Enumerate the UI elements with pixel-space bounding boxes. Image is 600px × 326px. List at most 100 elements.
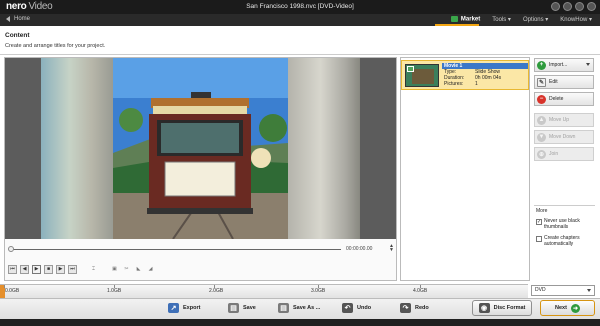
title-thumbnail [405,64,439,87]
back-arrow-icon [6,16,10,22]
redo-button[interactable]: ↷ Redo [400,301,429,315]
import-button[interactable]: + Import... [534,58,594,72]
edit-label: Edit [549,79,558,85]
page-title: Content [5,32,30,39]
snapshot-icon[interactable]: ▣ [110,265,119,274]
disc-type-select[interactable]: DVD [531,285,595,296]
duration-value: 0h 00m 04s [475,75,502,81]
save-label: Save [243,305,256,311]
knowhow-menu[interactable]: KnowHow ▾ [560,16,592,23]
cut-icon[interactable]: ✂ [122,265,131,274]
title-list [400,57,530,281]
go-to-start-icon[interactable]: ⏮ [8,264,17,274]
step-forward-icon[interactable]: ▶ [56,264,65,274]
tick-label: 2.0GB [209,288,224,294]
window-title: San Francisco 1998.nvc [DVD-Video] [246,3,354,10]
edit-button[interactable]: ✎ Edit [534,75,594,89]
save-button[interactable]: ▤ Save [228,301,256,315]
never-black-checkbox[interactable]: ✓ [536,219,542,225]
never-black-label: Never use black thumbnails [544,218,580,230]
play-icon[interactable]: ▶ [32,264,41,274]
arrow-up-icon: ▲ [537,115,546,125]
minimize-icon[interactable] [563,2,572,11]
tools-menu[interactable]: Tools ▾ [492,16,511,23]
redo-icon: ↷ [400,303,411,313]
step-back-icon[interactable]: ◀ [20,264,29,274]
tick-label: 4.0GB [413,288,428,294]
disc-type-value: DVD [535,287,546,293]
redo-label: Redo [415,305,429,311]
more-options: More ✓ Never use black thumbnails Create… [534,205,595,281]
edit-icon: ✎ [537,77,546,87]
move-up-button[interactable]: ▲ Move Up [534,113,594,127]
timecode: 00:00:00.00 [346,246,373,252]
slideshow-icon [407,66,414,72]
export-icon: ↗ [168,303,179,313]
save-icon: ▤ [228,303,239,313]
disc-icon: ◉ [478,303,490,313]
join-label: Join [549,151,559,157]
arrow-down-icon: ▼ [537,132,546,142]
divider [0,54,600,55]
cable-car-photo [113,58,288,239]
maximize-icon[interactable] [575,2,584,11]
save-as-label: Save As ... [293,305,321,311]
save-as-icon: ▤ [278,303,289,313]
window-controls [551,2,596,11]
create-chapters-option[interactable]: Create chapters automatically [534,235,595,247]
create-chapters-label: Create chapters automatically [544,235,580,247]
market-accent-bar [435,24,479,26]
import-icon: + [537,60,546,70]
export-label: Export [183,305,201,311]
page-subtitle: Create and arrange titles for your proje… [5,43,106,49]
nav-bar: Home Market Tools ▾ Options ▾ KnowHow ▾ [0,14,600,26]
mark-out-icon[interactable]: ◢ [146,265,155,274]
mark-in-icon[interactable]: ◣ [134,265,143,274]
undo-icon: ↶ [342,303,353,313]
tick-label: 3.0GB [311,288,326,294]
move-down-button[interactable]: ▼ Move Down [534,130,594,144]
playback-controls: ⏮ ◀ ▶ ■ ▶ ⏭ ⌶ ▣ ✂ ◣ ◢ [8,262,155,276]
home-label: Home [14,16,31,22]
chevron-down-icon [587,289,591,292]
status-strip [0,319,600,326]
market-button[interactable]: Market [450,16,480,23]
tick-label: 1.0GB [107,288,122,294]
title-metadata: Movie 1 Type: Slide Show Duration: 0h 00m … [442,63,528,87]
preview-blur-right [288,58,360,239]
delete-label: Delete [549,96,564,102]
options-menu[interactable]: Options ▾ [523,16,548,23]
tick-label: 0.0GB [5,288,20,294]
join-button[interactable]: ⊕ Join [534,147,594,161]
close-icon[interactable] [587,2,596,11]
trim-icon[interactable]: ⌶ [89,265,98,274]
disc-format-button[interactable]: ◉ Disc Format [472,300,532,316]
list-item[interactable]: Movie 1 Type: Slide Show Duration: 0h 00m … [401,60,529,90]
save-as-button[interactable]: ▤ Save As ... [278,301,320,315]
never-black-option[interactable]: ✓ Never use black thumbnails [534,218,595,230]
pictures-value: 1 [475,81,478,87]
thumbnail-image [412,69,434,84]
pictures-label: Pictures: [444,81,464,87]
next-button[interactable]: Next ➜ [540,300,595,316]
create-chapters-checkbox[interactable] [536,236,542,242]
arrow-right-icon: ➜ [570,303,580,313]
export-button[interactable]: ↗ Export [168,301,200,315]
timecode-spinner[interactable]: ▲ ▼ [389,244,394,253]
home-button[interactable]: Home [6,16,30,22]
timeline-scrubber[interactable] [8,246,14,252]
more-title: More [536,208,548,214]
cart-icon [450,16,458,23]
delete-icon: − [537,94,546,104]
disc-format-label: Disc Format [493,305,526,311]
chevron-down-icon [586,63,590,66]
next-label: Next [555,305,567,311]
join-icon: ⊕ [537,149,546,159]
timeline: 00:00:00.00 ▲ ▼ [5,244,396,258]
go-to-end-icon[interactable]: ⏭ [68,264,77,274]
help-icon[interactable] [551,2,560,11]
undo-button[interactable]: ↶ Undo [342,301,371,315]
timeline-track[interactable] [11,249,341,250]
stop-icon[interactable]: ■ [44,264,53,274]
delete-button[interactable]: − Delete [534,92,594,106]
